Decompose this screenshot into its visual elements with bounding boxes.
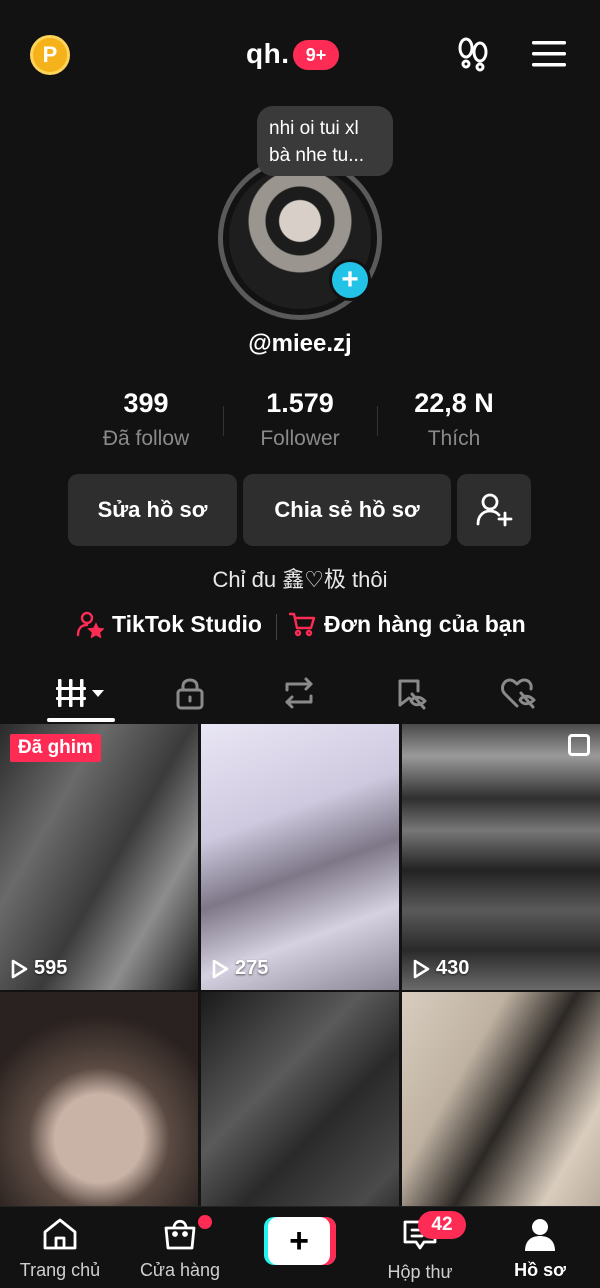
stat-likes[interactable]: 22,8 N Thích (379, 388, 529, 451)
points-icon[interactable]: P (30, 35, 70, 75)
nav-profile-label: Hồ sơ (514, 1260, 566, 1280)
tab-liked[interactable] (479, 668, 559, 718)
multi-photo-icon (568, 734, 590, 756)
repost-icon (285, 677, 313, 709)
shopping-bag-icon (164, 1219, 196, 1250)
points-label: P (42, 42, 58, 67)
username-title[interactable]: qh. (246, 38, 290, 70)
nav-shop-label: Cửa hàng (139, 1260, 221, 1280)
tab-videos[interactable] (41, 668, 121, 718)
add-friend-button[interactable] (457, 474, 531, 546)
add-story-button[interactable]: + (329, 259, 371, 301)
inbox-badge: 42 (418, 1211, 466, 1239)
add-user-icon (476, 493, 513, 527)
stat-label: Follower (260, 427, 340, 450)
tiktok-studio-label: TikTok Studio (112, 610, 262, 637)
create-button[interactable]: + (264, 1217, 336, 1265)
profile-bio: Chỉ đu 鑫♡极 thôi (212, 567, 388, 592)
stat-divider (223, 406, 224, 436)
pinned-badge: Đã ghim (10, 734, 101, 762)
nav-home[interactable]: Trang chủ (10, 1217, 110, 1281)
stat-following[interactable]: 399 Đã follow (71, 388, 221, 451)
stat-divider (377, 406, 378, 436)
liked-icon (501, 678, 536, 709)
cart-icon (288, 612, 316, 637)
orders-link[interactable]: Đơn hàng của bạn (288, 610, 526, 638)
saved-icon (398, 679, 427, 710)
play-icon (212, 959, 229, 978)
view-count: 275 (211, 957, 268, 980)
view-count-value: 275 (235, 957, 269, 979)
home-icon (43, 1218, 77, 1250)
tab-reposts[interactable] (259, 668, 339, 718)
tab-saved[interactable] (370, 668, 450, 718)
nav-shop[interactable]: Cửa hàng (130, 1217, 230, 1281)
plus-icon: + (268, 1217, 330, 1265)
stat-followers[interactable]: 1.579 Follower (225, 388, 375, 451)
tab-private[interactable] (150, 668, 230, 718)
footprint-icon[interactable] (455, 36, 491, 72)
view-count: 595 (10, 957, 67, 980)
grid-icon (56, 679, 104, 707)
tiktok-studio-link[interactable]: TikTok Studio (76, 610, 262, 638)
profile-stats: 399 Đã follow 1.579 Follower 22,8 N Thíc… (0, 388, 600, 458)
play-icon (11, 959, 28, 978)
stat-value: 1.579 (266, 388, 334, 418)
play-icon (413, 959, 430, 978)
edit-profile-button[interactable]: Sửa hồ sơ (68, 474, 237, 546)
stat-value: 399 (123, 388, 169, 418)
view-count-value: 595 (34, 957, 68, 979)
profile-handle: @miee.zj (248, 330, 352, 357)
menu-icon[interactable] (532, 40, 568, 68)
stat-label: Đã follow (102, 427, 190, 450)
bottom-navigation: Trang chủ Cửa hàng + Hộp thư 42 Hồ sơ (0, 1206, 600, 1288)
profile-header: P qh. 9+ (0, 0, 600, 110)
active-tab-indicator (47, 718, 115, 722)
nav-profile[interactable]: Hồ sơ (490, 1217, 590, 1281)
content-tabs (0, 668, 600, 724)
view-count: 430 (412, 957, 469, 980)
profile-icon (525, 1219, 555, 1251)
stat-value: 22,8 N (414, 388, 494, 418)
video-tile[interactable]: 275 (201, 724, 399, 990)
notification-badge[interactable]: 9+ (293, 40, 339, 70)
links-divider (276, 614, 277, 640)
video-tile[interactable]: 430 (402, 724, 600, 990)
creator-star-icon (76, 611, 104, 638)
nav-home-label: Trang chủ (19, 1260, 101, 1280)
lock-icon (176, 678, 204, 710)
video-grid: Đã ghim 595 275 430 (0, 724, 600, 1258)
shop-notification-dot (198, 1215, 212, 1229)
share-profile-button[interactable]: Chia sẻ hồ sơ (243, 474, 451, 546)
stat-label: Thích (427, 427, 481, 450)
view-count-value: 430 (436, 957, 470, 979)
profile-links: TikTok Studio Đơn hàng của bạn (0, 610, 600, 644)
video-tile[interactable]: Đã ghim 595 (0, 724, 198, 990)
orders-label: Đơn hàng của bạn (324, 610, 526, 637)
note-bubble[interactable]: nhi oi tui xl bà nhe tu... (257, 106, 393, 176)
nav-inbox-label: Hộp thư (387, 1262, 453, 1282)
